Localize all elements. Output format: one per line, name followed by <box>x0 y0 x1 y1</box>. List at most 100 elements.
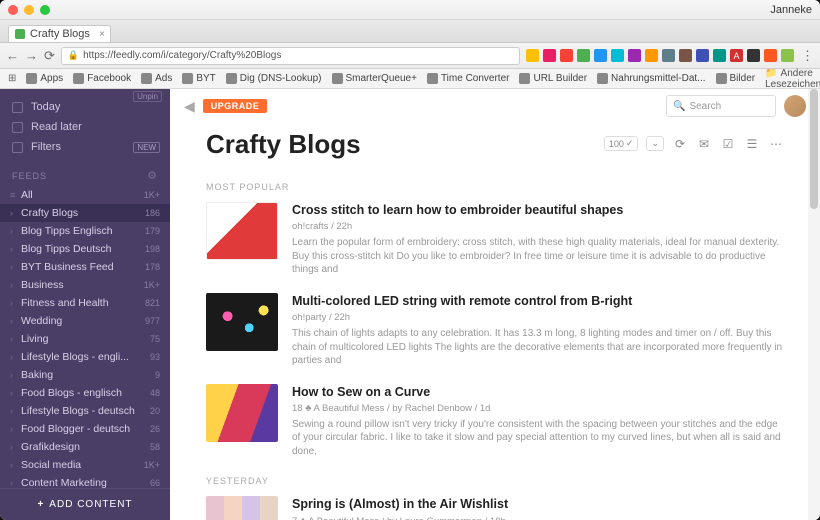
bookmark-item[interactable]: Ads <box>141 73 172 84</box>
bookmark-icon <box>427 73 438 84</box>
feed-item[interactable]: ›Food Blogs - englisch48 <box>0 384 170 402</box>
url-text: https://feedly.com/i/category/Crafty%20B… <box>83 50 281 61</box>
close-window[interactable] <box>8 5 18 15</box>
feed-item[interactable]: ›Food Blogger - deutsch26 <box>0 420 170 438</box>
article-item[interactable]: Spring is (Almost) in the Air Wishlist7 … <box>206 496 784 520</box>
article-thumbnail <box>206 202 278 260</box>
ext-icon[interactable] <box>628 49 641 62</box>
apps-icon[interactable]: ⊞ <box>8 73 16 84</box>
ext-icon[interactable] <box>696 49 709 62</box>
sidebar-item[interactable]: FiltersNEW <box>0 137 170 157</box>
bookmark-item[interactable]: URL Builder <box>519 73 587 84</box>
address-bar[interactable]: 🔒 https://feedly.com/i/category/Crafty%2… <box>61 47 520 65</box>
back-button[interactable]: ← <box>6 48 19 63</box>
chevron-icon: › <box>10 424 18 434</box>
bookmark-icon <box>141 73 152 84</box>
ext-icon[interactable] <box>543 49 556 62</box>
feed-label: Grafikdesign <box>21 441 150 453</box>
bookmark-item[interactable]: SmarterQueue+ <box>332 73 417 84</box>
close-tab-icon[interactable]: × <box>99 29 105 40</box>
ext-icon[interactable]: A <box>730 49 743 62</box>
maximize-window[interactable] <box>40 5 50 15</box>
upgrade-button[interactable]: UPGRADE <box>203 99 268 113</box>
gear-icon[interactable]: ⚙ <box>147 169 158 182</box>
feed-item[interactable]: ›Blog Tipps Deutsch198 <box>0 240 170 258</box>
back-icon[interactable]: ◀ <box>184 98 195 115</box>
dropdown-chip[interactable]: ⌄ <box>646 136 664 151</box>
feed-item[interactable]: ›Crafty Blogs186 <box>0 204 170 222</box>
feed-item[interactable]: ›Grafikdesign58 <box>0 438 170 456</box>
feed-item[interactable]: ›Lifestyle Blogs - deutsch20 <box>0 402 170 420</box>
feed-label: Lifestyle Blogs - deutsch <box>21 405 150 417</box>
ext-icon[interactable] <box>781 49 794 62</box>
article-item[interactable]: How to Sew on a Curve18 ♣ A Beautiful Me… <box>206 384 784 459</box>
feed-item[interactable]: ›Lifestyle Blogs - engli...93 <box>0 348 170 366</box>
feed-item[interactable]: ›BYT Business Feed178 <box>0 258 170 276</box>
chevron-icon: › <box>10 460 18 470</box>
bookmark-item[interactable]: BYT <box>182 73 215 84</box>
feed-count: 821 <box>145 298 160 308</box>
browser-tab[interactable]: Crafty Blogs × <box>8 25 111 42</box>
check-all-icon[interactable]: ☑ <box>720 136 736 152</box>
article-item[interactable]: Multi-colored LED string with remote con… <box>206 293 784 368</box>
check-icon: ✓ <box>626 138 634 149</box>
feed-item[interactable]: ›Social media1K+ <box>0 456 170 474</box>
bookmark-item[interactable]: Facebook <box>73 73 131 84</box>
profile-name: Janneke <box>770 4 812 16</box>
chevron-icon: › <box>10 406 18 416</box>
list-view-icon[interactable]: ☰ <box>744 136 760 152</box>
ext-icon[interactable] <box>747 49 760 62</box>
ext-icon[interactable] <box>526 49 539 62</box>
feed-item[interactable]: ›Blog Tipps Englisch179 <box>0 222 170 240</box>
view-count-chip[interactable]: 100✓ <box>604 136 639 151</box>
more-icon[interactable]: ⋯ <box>768 136 784 152</box>
bookmark-item[interactable]: Nahrungsmittel-Dat... <box>597 73 705 84</box>
scrollbar-thumb[interactable] <box>810 89 818 209</box>
ext-icon[interactable] <box>594 49 607 62</box>
menu-icon[interactable]: ⋮ <box>801 48 814 64</box>
feed-item[interactable]: ≡All1K+ <box>0 186 170 204</box>
feed-label: Content Marketing <box>21 477 150 488</box>
sidebar-item[interactable]: Today <box>0 97 170 117</box>
ext-icon[interactable] <box>713 49 726 62</box>
search-input[interactable]: 🔍 Search <box>666 95 776 117</box>
feed-item[interactable]: ›Content Marketing66 <box>0 474 170 488</box>
bookmark-item[interactable]: Time Converter <box>427 73 510 84</box>
feed-item[interactable]: ›Wedding977 <box>0 312 170 330</box>
bookmark-item[interactable]: Apps <box>26 73 63 84</box>
chevron-icon: › <box>10 208 18 218</box>
bookmark-item[interactable]: Bilder <box>716 73 756 84</box>
ext-icon[interactable] <box>645 49 658 62</box>
section-header: MOST POPULAR <box>206 182 784 192</box>
other-bookmarks[interactable]: 📁Andere Lesezeichen <box>765 68 820 90</box>
bookmark-icon <box>519 73 530 84</box>
sidebar-item-icon <box>12 102 23 113</box>
feed-item[interactable]: ›Baking9 <box>0 366 170 384</box>
bookmark-item[interactable]: Dig (DNS-Lookup) <box>226 73 322 84</box>
chevron-icon: › <box>10 226 18 236</box>
favicon-icon <box>15 29 25 39</box>
feed-item[interactable]: ›Fitness and Health821 <box>0 294 170 312</box>
ext-icon[interactable] <box>611 49 624 62</box>
reload-button[interactable]: ⟳ <box>44 48 55 64</box>
ext-icon[interactable] <box>679 49 692 62</box>
feed-item[interactable]: ›Living75 <box>0 330 170 348</box>
feed-label: Food Blogger - deutsch <box>21 423 150 435</box>
feed-count: 9 <box>155 370 160 380</box>
feed-count: 977 <box>145 316 160 326</box>
article-item[interactable]: Cross stitch to learn how to embroider b… <box>206 202 784 277</box>
refresh-icon[interactable]: ⟳ <box>672 136 688 152</box>
sidebar-item[interactable]: Read later <box>0 117 170 137</box>
ext-icon[interactable] <box>764 49 777 62</box>
ext-icon[interactable] <box>662 49 675 62</box>
scrollbar[interactable] <box>808 89 820 520</box>
feed-count: 198 <box>145 244 160 254</box>
feed-item[interactable]: ›Business1K+ <box>0 276 170 294</box>
add-content-button[interactable]: +ADD CONTENT <box>0 488 170 520</box>
ext-icon[interactable] <box>560 49 573 62</box>
forward-button[interactable]: → <box>25 48 38 63</box>
ext-icon[interactable] <box>577 49 590 62</box>
avatar[interactable] <box>784 95 806 117</box>
minimize-window[interactable] <box>24 5 34 15</box>
mail-icon[interactable]: ✉ <box>696 136 712 152</box>
